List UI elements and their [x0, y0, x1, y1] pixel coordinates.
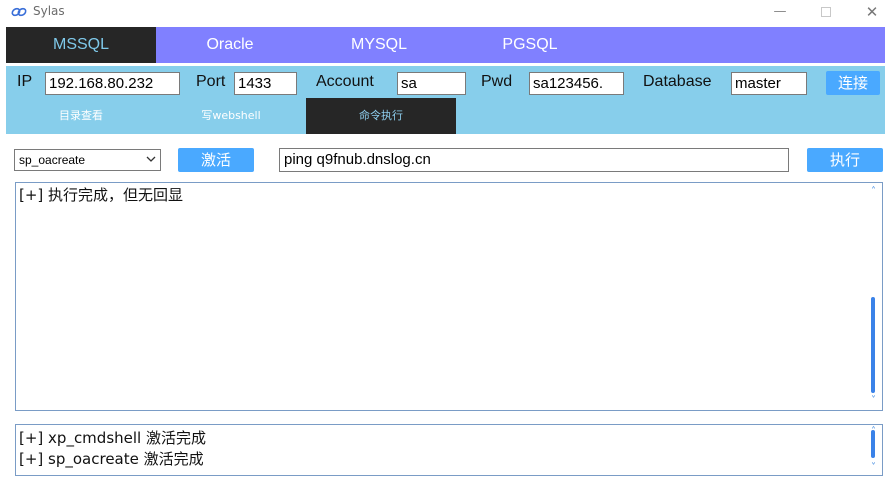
scroll-up-icon[interactable]: ˄: [865, 185, 882, 199]
tab-write-webshell[interactable]: 写webshell: [156, 98, 306, 134]
activation-log[interactable]: [+] xp_cmdshell 激活完成 [+] sp_oacreate 激活完…: [15, 424, 883, 476]
command-input[interactable]: ping q9fnub.dnslog.cn: [279, 148, 789, 172]
scroll-thumb[interactable]: [871, 297, 875, 393]
chevron-down-icon: [146, 156, 156, 162]
scroll-down-icon[interactable]: ˅: [865, 394, 882, 408]
account-field[interactable]: sa: [397, 72, 466, 95]
exec-method-value: sp_oacreate: [19, 153, 86, 167]
log-line: [+] sp_oacreate 激活完成: [19, 450, 204, 468]
port-label: Port: [196, 73, 226, 90]
exec-method-select[interactable]: sp_oacreate: [14, 149, 161, 171]
connect-button[interactable]: 连接: [826, 71, 880, 95]
command-output[interactable]: [+] 执行完成，但无回显 ˄ ˅: [15, 182, 883, 411]
minimize-button[interactable]: —: [770, 2, 790, 22]
log-line: [+] xp_cmdshell 激活完成: [19, 429, 206, 447]
log-scrollbar[interactable]: ˄ ˅: [865, 425, 882, 475]
title-bar: Sylas — ✕: [0, 0, 885, 27]
connection-bar: IP 192.168.80.232 Port 1433 Account sa P…: [6, 66, 885, 98]
tab-oracle[interactable]: Oracle: [156, 27, 304, 63]
tab-command-exec[interactable]: 命令执行: [306, 98, 456, 134]
activate-button[interactable]: 激活: [178, 148, 254, 172]
database-field[interactable]: master: [731, 72, 807, 95]
output-scrollbar[interactable]: ˄ ˅: [865, 183, 882, 410]
scroll-down-icon[interactable]: ˅: [865, 461, 882, 475]
window-title: Sylas: [33, 4, 65, 18]
port-field[interactable]: 1433: [234, 72, 297, 95]
ip-field[interactable]: 192.168.80.232: [45, 72, 180, 95]
password-field[interactable]: sa123456.: [529, 72, 624, 95]
database-label: Database: [643, 73, 712, 90]
tab-mysql[interactable]: MYSQL: [304, 27, 454, 63]
maximize-icon: [821, 7, 831, 17]
function-tab-bar: 目录查看 写webshell 命令执行: [6, 98, 885, 134]
close-button[interactable]: ✕: [862, 2, 882, 22]
tab-pgsql[interactable]: PGSQL: [454, 27, 606, 63]
tab-mssql[interactable]: MSSQL: [6, 27, 156, 63]
tab-directory-view[interactable]: 目录查看: [6, 98, 156, 134]
ip-label: IP: [17, 73, 33, 90]
account-label: Account: [316, 73, 374, 90]
maximize-button[interactable]: [816, 2, 836, 22]
output-line: [+] 执行完成，但无回显: [19, 186, 184, 204]
execute-button[interactable]: 执行: [807, 148, 883, 172]
database-tab-bar: MSSQL Oracle MYSQL PGSQL: [6, 27, 885, 63]
scroll-thumb[interactable]: [871, 430, 875, 458]
app-logo-icon: [11, 7, 27, 17]
pwd-label: Pwd: [481, 73, 513, 90]
